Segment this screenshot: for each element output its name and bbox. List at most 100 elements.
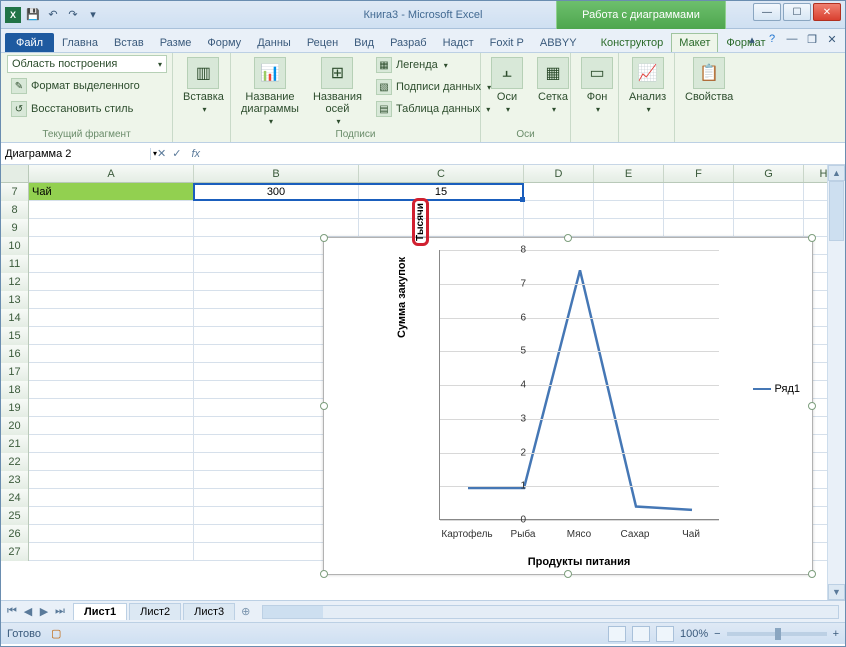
cell[interactable] — [664, 183, 734, 201]
plot-area[interactable] — [439, 250, 719, 520]
col-header-D[interactable]: D — [524, 165, 594, 182]
resize-handle[interactable] — [564, 570, 572, 578]
cell[interactable] — [29, 201, 194, 219]
row-header[interactable]: 11 — [1, 255, 29, 273]
tab-review[interactable]: Рецен — [299, 33, 346, 52]
axes-button[interactable]: ⫠Оси▾ — [487, 55, 527, 116]
row-header[interactable]: 16 — [1, 345, 29, 363]
col-header-E[interactable]: E — [594, 165, 664, 182]
row-header[interactable]: 21 — [1, 435, 29, 453]
formula-input[interactable] — [204, 148, 845, 160]
sheet-tab[interactable]: Лист2 — [129, 603, 181, 620]
col-header-B[interactable]: B — [194, 165, 359, 182]
tab-foxit[interactable]: Foxit P — [482, 33, 532, 52]
workbook-restore-icon[interactable]: ❐ — [805, 32, 819, 46]
cell[interactable] — [29, 273, 194, 291]
cell[interactable] — [29, 453, 194, 471]
save-icon[interactable]: 💾 — [25, 7, 41, 23]
resize-handle[interactable] — [808, 234, 816, 242]
fx-icon[interactable]: fx — [187, 148, 204, 160]
cell[interactable] — [29, 327, 194, 345]
row-header[interactable]: 7 — [1, 183, 29, 201]
scroll-down-icon[interactable]: ▼ — [828, 584, 845, 600]
resize-handle[interactable] — [320, 234, 328, 242]
zoom-level[interactable]: 100% — [680, 628, 708, 640]
row-header[interactable]: 9 — [1, 219, 29, 237]
name-box[interactable]: ▾ — [1, 148, 151, 160]
sheet-nav-first-icon[interactable]: ⏮ — [5, 605, 19, 618]
qat-dropdown-icon[interactable]: ▾ — [85, 7, 101, 23]
zoom-out-icon[interactable]: − — [714, 628, 720, 640]
cell[interactable]: 300 — [194, 183, 359, 201]
normal-view-button[interactable] — [608, 626, 626, 642]
help-icon[interactable]: ? — [765, 32, 779, 46]
hscroll-thumb[interactable] — [263, 606, 323, 618]
row-header[interactable]: 17 — [1, 363, 29, 381]
row-header[interactable]: 24 — [1, 489, 29, 507]
cell[interactable] — [194, 201, 359, 219]
redo-icon[interactable]: ↷ — [65, 7, 81, 23]
legend-button[interactable]: ▦Легенда▾ — [372, 55, 495, 75]
workbook-close-icon[interactable]: ✕ — [825, 32, 839, 46]
resize-handle[interactable] — [564, 234, 572, 242]
row-header[interactable]: 14 — [1, 309, 29, 327]
cell[interactable] — [29, 381, 194, 399]
sheet-nav-prev-icon[interactable]: ◀ — [21, 605, 35, 618]
row-header[interactable]: 19 — [1, 399, 29, 417]
cell[interactable] — [29, 237, 194, 255]
tab-developer[interactable]: Разраб — [382, 33, 435, 52]
scroll-thumb[interactable] — [829, 181, 844, 241]
close-button[interactable]: ✕ — [813, 3, 841, 21]
cell[interactable] — [734, 201, 804, 219]
cell[interactable] — [29, 219, 194, 237]
cell[interactable] — [359, 219, 524, 237]
data-table-button[interactable]: ▤Таблица данных▾ — [372, 99, 495, 119]
row-header[interactable]: 15 — [1, 327, 29, 345]
chart-title-button[interactable]: 📊Название диаграммы▾ — [237, 55, 303, 128]
cell[interactable] — [664, 219, 734, 237]
cell[interactable] — [29, 543, 194, 561]
col-header-A[interactable]: A — [29, 165, 194, 182]
zoom-in-icon[interactable]: + — [833, 628, 839, 640]
vertical-scrollbar[interactable]: ▲ ▼ — [827, 165, 845, 600]
cell[interactable] — [664, 201, 734, 219]
cell[interactable] — [29, 399, 194, 417]
cell[interactable] — [524, 219, 594, 237]
reset-style-button[interactable]: ↺Восстановить стиль — [7, 99, 137, 119]
sheet-nav-next-icon[interactable]: ▶ — [37, 605, 51, 618]
minimize-ribbon-icon[interactable]: ▴ — [745, 32, 759, 46]
cell[interactable] — [29, 417, 194, 435]
chart-legend[interactable]: Ряд1 — [753, 383, 800, 395]
row-header[interactable]: 13 — [1, 291, 29, 309]
tab-insert[interactable]: Встав — [106, 33, 152, 52]
resize-handle[interactable] — [808, 570, 816, 578]
cell[interactable] — [594, 201, 664, 219]
tab-addins[interactable]: Надст — [435, 33, 482, 52]
row-header[interactable]: 20 — [1, 417, 29, 435]
page-layout-view-button[interactable] — [632, 626, 650, 642]
cell[interactable] — [29, 471, 194, 489]
col-header-G[interactable]: G — [734, 165, 804, 182]
tab-home[interactable]: Главна — [54, 33, 106, 52]
row-header[interactable]: 12 — [1, 273, 29, 291]
cell[interactable] — [734, 219, 804, 237]
tab-view[interactable]: Вид — [346, 33, 382, 52]
cell[interactable] — [524, 183, 594, 201]
row-header[interactable]: 27 — [1, 543, 29, 561]
maximize-button[interactable]: ☐ — [783, 3, 811, 21]
format-selection-button[interactable]: ✎Формат выделенного — [7, 76, 144, 96]
sheet-tab[interactable]: Лист1 — [73, 603, 127, 620]
gridlines-button[interactable]: ▦Сетка▾ — [533, 55, 573, 116]
zoom-slider-thumb[interactable] — [775, 628, 781, 640]
cell[interactable] — [29, 363, 194, 381]
cell[interactable] — [29, 255, 194, 273]
row-header[interactable]: 23 — [1, 471, 29, 489]
analysis-button[interactable]: 📈Анализ▾ — [625, 55, 670, 116]
tab-chart-design[interactable]: Конструктор — [593, 33, 672, 52]
row-header[interactable]: 26 — [1, 525, 29, 543]
new-sheet-icon[interactable]: ⊕ — [235, 605, 256, 618]
cell[interactable] — [594, 183, 664, 201]
chart-object[interactable]: Тысячи Сумма закупок Ряд1 Продукты питан… — [323, 237, 813, 575]
row-header[interactable]: 10 — [1, 237, 29, 255]
cell[interactable] — [29, 435, 194, 453]
